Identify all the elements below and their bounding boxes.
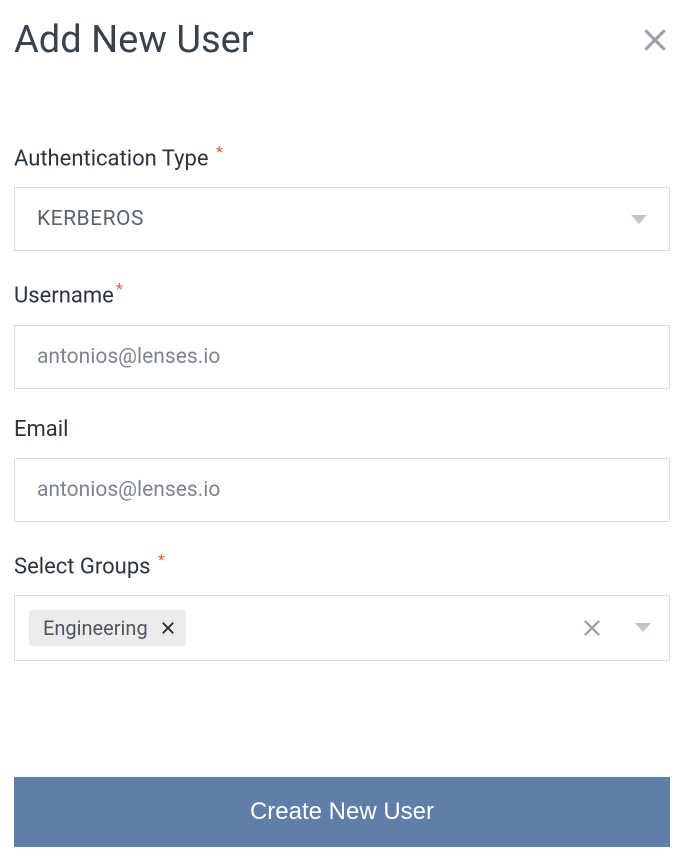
required-marker: *: [158, 550, 165, 569]
close-icon[interactable]: [640, 25, 670, 55]
chevron-down-icon: [631, 215, 647, 224]
groups-multiselect[interactable]: Engineering: [14, 595, 670, 661]
auth-type-select[interactable]: KERBEROS: [14, 187, 670, 251]
create-user-button[interactable]: Create New User: [14, 777, 670, 847]
groups-label-text: Select Groups: [14, 554, 151, 579]
auth-type-label: Authentication Type *: [14, 142, 670, 171]
email-label: Email: [14, 417, 670, 442]
username-input[interactable]: [37, 345, 647, 369]
auth-type-label-text: Authentication Type: [14, 146, 209, 171]
username-field: Username*: [14, 279, 670, 388]
username-input-wrapper: [14, 325, 670, 389]
email-input[interactable]: [37, 478, 647, 502]
chevron-down-icon: [635, 623, 651, 632]
groups-field: Select Groups * Engineering: [14, 550, 670, 661]
remove-chip-icon[interactable]: [160, 620, 176, 636]
dialog-header: Add New User: [14, 18, 670, 62]
auth-type-select-value: KERBEROS: [37, 207, 621, 231]
group-chip-label: Engineering: [43, 616, 148, 640]
multiselect-controls: [581, 617, 651, 639]
required-marker: *: [216, 142, 223, 161]
email-input-wrapper: [14, 458, 670, 522]
dialog-title: Add New User: [14, 18, 254, 62]
required-marker: *: [116, 279, 123, 298]
username-label: Username*: [14, 279, 670, 308]
group-chip: Engineering: [29, 610, 186, 646]
auth-type-field: Authentication Type * KERBEROS: [14, 142, 670, 251]
email-field: Email: [14, 417, 670, 522]
clear-all-icon[interactable]: [581, 617, 603, 639]
groups-label: Select Groups *: [14, 550, 670, 579]
username-label-text: Username: [14, 284, 114, 309]
